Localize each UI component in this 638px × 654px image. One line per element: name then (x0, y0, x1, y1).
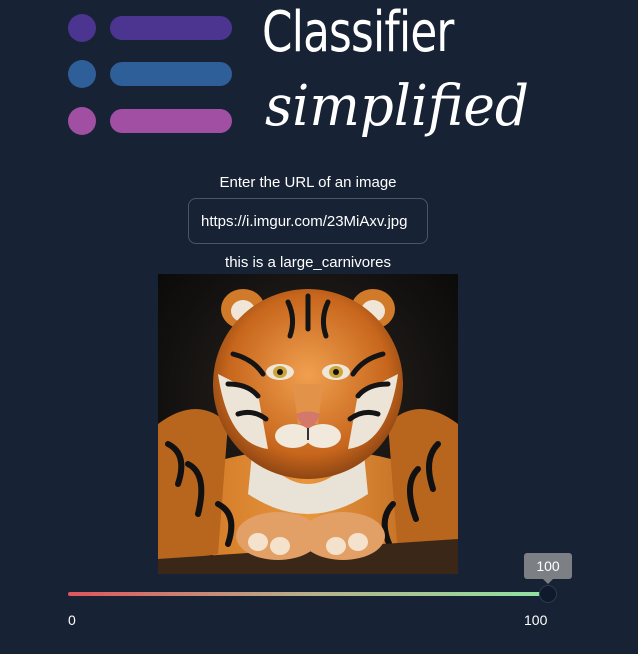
threshold-slider-track[interactable] (68, 592, 548, 596)
url-input[interactable] (188, 198, 428, 244)
app: Classifier simplified Enter the URL of a… (0, 0, 638, 654)
classification-result: this is a large_carnivores (225, 254, 391, 271)
logo-title: Classifier (262, 0, 454, 65)
logo-subtitle: simplified (265, 74, 529, 139)
url-label: Enter the URL of an image (219, 174, 397, 191)
logo-bar-3 (110, 109, 232, 133)
slider-value-tooltip: 100 (524, 553, 572, 584)
slider-max-label: 100 (524, 612, 548, 628)
tiger-image (158, 274, 458, 574)
logo-bar-2 (110, 62, 232, 86)
tiger-illustration (158, 274, 458, 574)
slider-min-label: 0 (68, 612, 76, 628)
threshold-slider-thumb[interactable] (539, 585, 557, 603)
list-logo-icon (66, 12, 236, 136)
logo-dot-1 (68, 14, 96, 42)
logo-bar-1 (110, 16, 232, 40)
logo-dot-3 (68, 107, 96, 135)
logo-dot-2 (68, 60, 96, 88)
